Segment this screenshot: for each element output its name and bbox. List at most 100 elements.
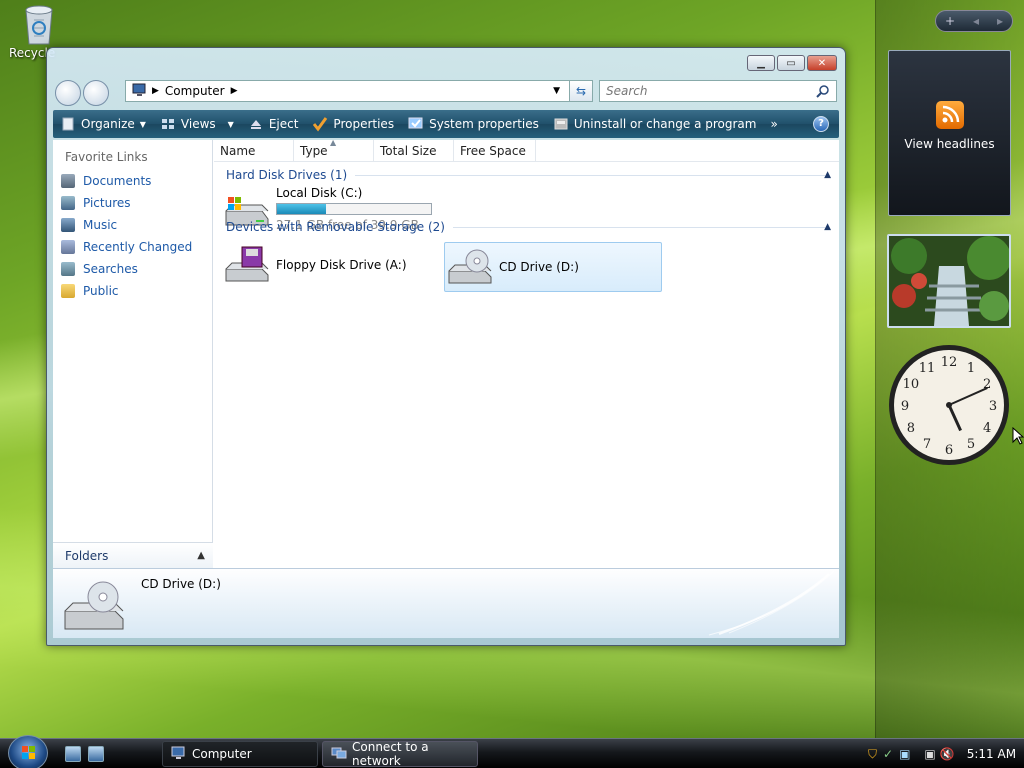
- clock-time[interactable]: 5:11 AM: [967, 747, 1016, 761]
- breadcrumb-chevron-icon[interactable]: ▶: [231, 86, 238, 96]
- switch-windows-icon[interactable]: [88, 746, 104, 762]
- explorer-window: ▁ ▭ ✕ ▶ Computer ▶ ▼ ⇆ Search Organize ▼…: [46, 47, 846, 646]
- show-desktop-icon[interactable]: [65, 746, 81, 762]
- column-header-free-space[interactable]: Free Space: [454, 140, 536, 161]
- nav-link-label: Pictures: [83, 196, 131, 210]
- system-properties-icon: [408, 116, 424, 132]
- nav-link-documents[interactable]: Documents: [53, 170, 212, 192]
- favorite-links-list: Documents Pictures Music Recently Change…: [53, 170, 212, 302]
- taskbar-item-label: Computer: [192, 747, 252, 761]
- view-headlines-label: View headlines: [904, 137, 995, 151]
- views-button[interactable]: Views ▼: [153, 110, 241, 138]
- chevron-down-icon: ▼: [139, 119, 146, 129]
- clock-numeral: 3: [989, 399, 997, 414]
- column-headers: Name Type Total Size Free Space: [214, 140, 839, 162]
- clock-numeral: 6: [945, 443, 953, 458]
- breadcrumb-computer[interactable]: Computer: [165, 84, 225, 98]
- column-header-name[interactable]: Name: [214, 140, 294, 161]
- checkmark-icon: [312, 116, 328, 132]
- taskbar-item-computer[interactable]: Computer: [162, 741, 318, 767]
- network-icon: [331, 746, 347, 763]
- command-bar: Organize ▼ Views ▼ Eject Properties Syst…: [53, 110, 839, 138]
- previous-page-icon[interactable]: ◂: [973, 14, 979, 28]
- taskbar-item-connect-network[interactable]: Connect to a network: [322, 740, 478, 768]
- nav-link-searches[interactable]: Searches: [53, 258, 212, 280]
- clock-numeral: 10: [903, 377, 920, 392]
- clock-numeral: 9: [901, 399, 909, 414]
- eject-button[interactable]: Eject: [241, 110, 306, 138]
- taskbar: Computer Connect to a network ⛉ ✓ ▣ ▣ 🔇 …: [0, 735, 1024, 768]
- group-title: Devices with Removable Storage (2): [226, 220, 445, 234]
- feed-headlines-gadget[interactable]: View headlines: [888, 50, 1011, 216]
- nav-link-label: Public: [83, 284, 119, 298]
- network-disconnected-icon[interactable]: ▣: [924, 747, 935, 761]
- system-tray: ⛉ ✓ ▣ ▣ 🔇 5:11 AM: [854, 739, 1024, 768]
- add-gadget-icon[interactable]: +: [945, 14, 955, 28]
- computer-icon: [171, 746, 187, 763]
- analog-clock: 1234567891011 12: [889, 345, 1009, 465]
- address-dropdown-icon[interactable]: ▼: [553, 86, 560, 96]
- drive-usage-bar: [276, 203, 432, 215]
- nav-link-public[interactable]: Public: [53, 280, 212, 302]
- windows-logo-icon: [22, 746, 35, 759]
- public-folder-icon: [61, 284, 75, 298]
- minimize-button[interactable]: ▁: [747, 55, 775, 71]
- clock-numeral: 7: [923, 437, 931, 452]
- start-button[interactable]: [8, 735, 48, 768]
- drive-name: Local Disk (C:): [276, 186, 363, 200]
- pictures-icon: [61, 196, 75, 210]
- maximize-icon: ▭: [786, 57, 796, 69]
- nav-link-label: Searches: [83, 262, 138, 276]
- chevron-down-icon: ▼: [227, 119, 234, 129]
- clock-numeral: 1: [967, 361, 975, 376]
- forward-button[interactable]: [83, 80, 109, 106]
- maximize-button[interactable]: ▭: [777, 55, 805, 71]
- refresh-button[interactable]: ⇆: [569, 80, 593, 102]
- security-shield-icon[interactable]: ⛉: [868, 747, 877, 762]
- windows-update-icon[interactable]: ✓: [883, 747, 893, 761]
- clock-numeral: 11: [919, 361, 936, 376]
- clock-gadget[interactable]: 1 2 3 4 5 6 7 8 9 10 11 12: [887, 343, 1012, 468]
- documents-icon: [61, 174, 75, 188]
- group-header-removable-storage[interactable]: Devices with Removable Storage (2) ▲: [214, 216, 839, 238]
- nav-link-label: Music: [83, 218, 118, 232]
- selected-item-name: CD Drive (D:): [141, 577, 221, 591]
- organize-button[interactable]: Organize ▼: [53, 110, 153, 138]
- drive-cd-d[interactable]: CD Drive (D:): [444, 242, 662, 292]
- next-page-icon[interactable]: ▸: [997, 14, 1003, 28]
- drive-floppy-a[interactable]: Floppy Disk Drive (A:): [222, 242, 440, 288]
- column-header-total-size[interactable]: Total Size: [374, 140, 454, 161]
- search-input[interactable]: Search: [599, 80, 837, 102]
- group-title: Hard Disk Drives (1): [226, 168, 348, 182]
- nav-link-recently-changed[interactable]: Recently Changed: [53, 236, 212, 258]
- nav-link-pictures[interactable]: Pictures: [53, 192, 212, 214]
- views-label: Views: [180, 117, 216, 131]
- explorer-content: Favorite Links Documents Pictures Music …: [53, 138, 839, 568]
- back-button[interactable]: [55, 80, 81, 106]
- network-status-icon[interactable]: ▣: [899, 747, 910, 761]
- system-properties-button[interactable]: System properties: [401, 110, 546, 138]
- uninstall-program-button[interactable]: Uninstall or change a program: [546, 110, 764, 138]
- collapse-icon[interactable]: ▲: [824, 222, 831, 232]
- clock-numeral: 4: [983, 421, 991, 436]
- address-bar[interactable]: ▶ Computer ▶ ▼: [125, 80, 593, 102]
- floppy-drive-icon: [222, 245, 270, 285]
- slideshow-gadget[interactable]: [887, 234, 1011, 328]
- mouse-cursor-icon: [1012, 427, 1024, 445]
- sidebar-controls: + ◂ ▸: [935, 10, 1013, 32]
- help-button[interactable]: ?: [813, 116, 829, 132]
- folders-toggle[interactable]: Folders ▲: [53, 542, 213, 568]
- properties-button[interactable]: Properties: [305, 110, 401, 138]
- taskbar-item-label: Connect to a network: [352, 740, 429, 768]
- more-commands-button[interactable]: »: [763, 110, 784, 138]
- collapse-icon[interactable]: ▲: [824, 170, 831, 180]
- music-icon: [61, 218, 75, 232]
- close-button[interactable]: ✕: [807, 55, 837, 71]
- volume-muted-icon[interactable]: 🔇: [940, 747, 955, 761]
- group-header-hard-disk-drives[interactable]: Hard Disk Drives (1) ▲: [214, 164, 839, 186]
- search-icon[interactable]: [816, 84, 830, 101]
- organize-label: Organize: [81, 117, 135, 131]
- clock-numeral: 8: [907, 421, 915, 436]
- nav-link-music[interactable]: Music: [53, 214, 212, 236]
- details-decoration: [708, 570, 835, 636]
